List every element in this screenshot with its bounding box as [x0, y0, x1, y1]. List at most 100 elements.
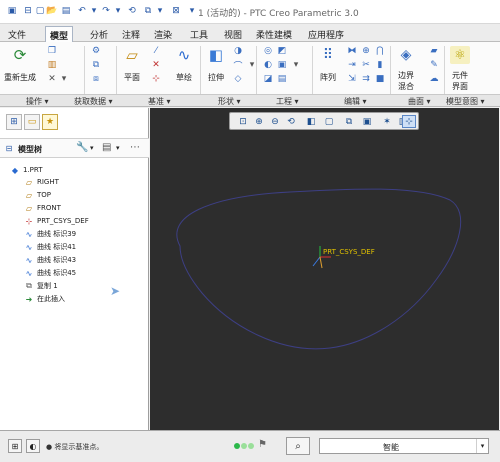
- group-model-intent[interactable]: 模型意图 ▾: [446, 96, 485, 107]
- csys-icon[interactable]: ⊹: [150, 74, 162, 84]
- redo-icon[interactable]: ↷: [100, 5, 112, 17]
- show-icon[interactable]: ▤: [102, 142, 111, 153]
- style-icon[interactable]: ✎: [428, 60, 440, 70]
- redo-dropdown-icon[interactable]: ▾: [112, 5, 124, 17]
- freestyle-icon[interactable]: ☁: [428, 74, 440, 84]
- window-dropdown-icon[interactable]: ▾: [154, 5, 166, 17]
- round-icon[interactable]: ◐: [262, 60, 274, 70]
- tree-settings-icon[interactable]: 🔧: [76, 142, 88, 153]
- draft-icon[interactable]: ◩: [276, 46, 288, 56]
- group-operations[interactable]: 操作 ▾: [26, 96, 49, 107]
- shell-icon[interactable]: ▣: [276, 60, 288, 70]
- tab-file[interactable]: 文件: [4, 26, 30, 42]
- fill-icon[interactable]: ▰: [428, 46, 440, 56]
- group-datum[interactable]: 基准 ▾: [148, 96, 171, 107]
- regenerate-button[interactable]: ⟳ 重新生成: [4, 46, 36, 83]
- group-shapes[interactable]: 形状 ▾: [218, 96, 241, 107]
- mirror-icon[interactable]: ⧓: [346, 46, 358, 56]
- tree-item-curve-41[interactable]: ∿ 曲线 标识41: [24, 241, 77, 253]
- tree-item-root[interactable]: ◆ 1.PRT: [10, 164, 43, 176]
- copy-icon[interactable]: ❐: [46, 46, 58, 56]
- intersect-icon[interactable]: ⋂: [374, 46, 386, 56]
- regenerate-quick-icon[interactable]: ⟲: [126, 5, 138, 17]
- point-icon[interactable]: ✕: [150, 60, 162, 70]
- tab-tools[interactable]: 工具: [186, 26, 212, 42]
- project-icon[interactable]: ⇲: [346, 74, 358, 84]
- plane-button[interactable]: ▱ 平面: [122, 46, 142, 83]
- swept-blend-icon[interactable]: ◇: [232, 74, 244, 84]
- favorites-icon: ★: [45, 117, 55, 127]
- tab-render[interactable]: 渲染: [150, 26, 176, 42]
- flag-icon[interactable]: ⚑: [258, 439, 267, 450]
- extrude-button[interactable]: ◧ 拉伸: [206, 46, 226, 83]
- chamfer-icon[interactable]: ◪: [262, 74, 274, 84]
- tree-item-curve-43[interactable]: ∿ 曲线 标识43: [24, 254, 77, 266]
- tab-flexible-modeling[interactable]: 柔性建模: [252, 26, 296, 42]
- thicken-icon[interactable]: ▮: [374, 60, 386, 70]
- axis-icon[interactable]: ⁄: [150, 46, 162, 56]
- tree-item-label: 1.PRT: [23, 166, 43, 174]
- shrinkwrap-icon[interactable]: ⧈: [90, 74, 102, 84]
- revolve-icon[interactable]: ◑: [232, 46, 244, 56]
- merge-icon[interactable]: ⊕: [360, 46, 372, 56]
- delete-dropdown-icon[interactable]: ▾: [58, 74, 70, 84]
- tree-filter-icon[interactable]: ⋯: [130, 142, 140, 153]
- tree-item-right[interactable]: ▱ RIGHT: [24, 176, 59, 188]
- tab-favorites[interactable]: ★: [42, 114, 58, 130]
- hole-icon[interactable]: ◎: [262, 46, 274, 56]
- delete-icon[interactable]: ✕: [46, 74, 58, 84]
- mouse-cursor-icon: ➤: [110, 284, 121, 298]
- customize-dropdown-icon[interactable]: ▾: [186, 5, 198, 17]
- undo-dropdown-icon[interactable]: ▾: [88, 5, 100, 17]
- layout-icon[interactable]: ⊟: [22, 5, 34, 17]
- tab-annotate[interactable]: 注释: [118, 26, 144, 42]
- selection-filter[interactable]: 智能 ▾: [319, 438, 489, 454]
- status-message: ● 将显示基准点。: [46, 443, 104, 451]
- tab-folder-browser[interactable]: ▭: [24, 114, 40, 130]
- pattern-button[interactable]: ⠿ 阵列: [318, 46, 338, 83]
- tree-item-curve-45[interactable]: ∿ 曲线 标识45: [24, 267, 77, 279]
- tree-item-insert-here[interactable]: ➜ 在此插入: [24, 293, 65, 305]
- show-dropdown-icon[interactable]: ▾: [116, 144, 120, 152]
- tree-item-copy-1[interactable]: ⧉ 复制 1: [24, 280, 58, 292]
- solidify-icon[interactable]: ■: [374, 74, 386, 84]
- tree-settings-dropdown-icon[interactable]: ▾: [90, 144, 94, 152]
- find-binoculars-icon[interactable]: ⌕: [286, 437, 310, 455]
- boundary-blend-button[interactable]: ◈ 边界 混合: [396, 46, 416, 92]
- tab-analysis[interactable]: 分析: [86, 26, 112, 42]
- toggle-navigator-icon[interactable]: ⊞: [8, 439, 22, 453]
- group-get-data[interactable]: 获取数据 ▾: [74, 96, 113, 107]
- new-file-icon[interactable]: ▢: [34, 5, 46, 17]
- app-icon[interactable]: ▣: [6, 5, 18, 17]
- round-dropdown-icon[interactable]: ▾: [290, 60, 302, 70]
- tab-applications[interactable]: 应用程序: [304, 26, 348, 42]
- close-window-icon[interactable]: ⊠: [170, 5, 182, 17]
- tree-item-csys[interactable]: ⊹ PRT_CSYS_DEF: [24, 215, 89, 227]
- group-surfaces[interactable]: 曲面 ▾: [408, 96, 431, 107]
- tab-model-tree[interactable]: ⊞: [6, 114, 22, 130]
- group-editing[interactable]: 编辑 ▾: [344, 96, 367, 107]
- tab-model[interactable]: 模型: [45, 26, 74, 42]
- offset-icon[interactable]: ⇉: [360, 74, 372, 84]
- trim-icon[interactable]: ✂: [360, 60, 372, 70]
- tree-item-top[interactable]: ▱ TOP: [24, 189, 51, 201]
- save-icon[interactable]: ▤: [60, 5, 72, 17]
- user-defined-feature-icon[interactable]: ⚙: [90, 46, 102, 56]
- copy-geometry-icon[interactable]: ⧉: [90, 60, 102, 70]
- undo-icon[interactable]: ↶: [76, 5, 88, 17]
- sketch-button[interactable]: ∿ 草绘: [174, 46, 194, 83]
- paste-icon[interactable]: ▥: [46, 60, 58, 70]
- tab-view[interactable]: 视图: [220, 26, 246, 42]
- component-interface-button[interactable]: ⚛ 元件 界面: [450, 46, 470, 92]
- extend-icon[interactable]: ⇥: [346, 60, 358, 70]
- group-engineering[interactable]: 工程 ▾: [276, 96, 299, 107]
- graphics-window[interactable]: ⊡ ⊕ ⊖ ⟲ ◧ ▢ ⧉ ▣ ✶ ▥ ⊹ PRT_CSYS_DEF: [150, 108, 499, 430]
- window-switch-icon[interactable]: ⧉: [142, 5, 154, 17]
- tree-item-front[interactable]: ▱ FRONT: [24, 202, 61, 214]
- toggle-browser-icon[interactable]: ◐: [26, 439, 40, 453]
- chevron-down-icon[interactable]: ▾: [476, 439, 488, 453]
- open-folder-icon[interactable]: 📂: [46, 5, 58, 17]
- rib-icon[interactable]: ▤: [276, 74, 288, 84]
- sweep-icon[interactable]: ⌒: [232, 60, 244, 72]
- tree-item-curve-39[interactable]: ∿ 曲线 标识39: [24, 228, 77, 240]
